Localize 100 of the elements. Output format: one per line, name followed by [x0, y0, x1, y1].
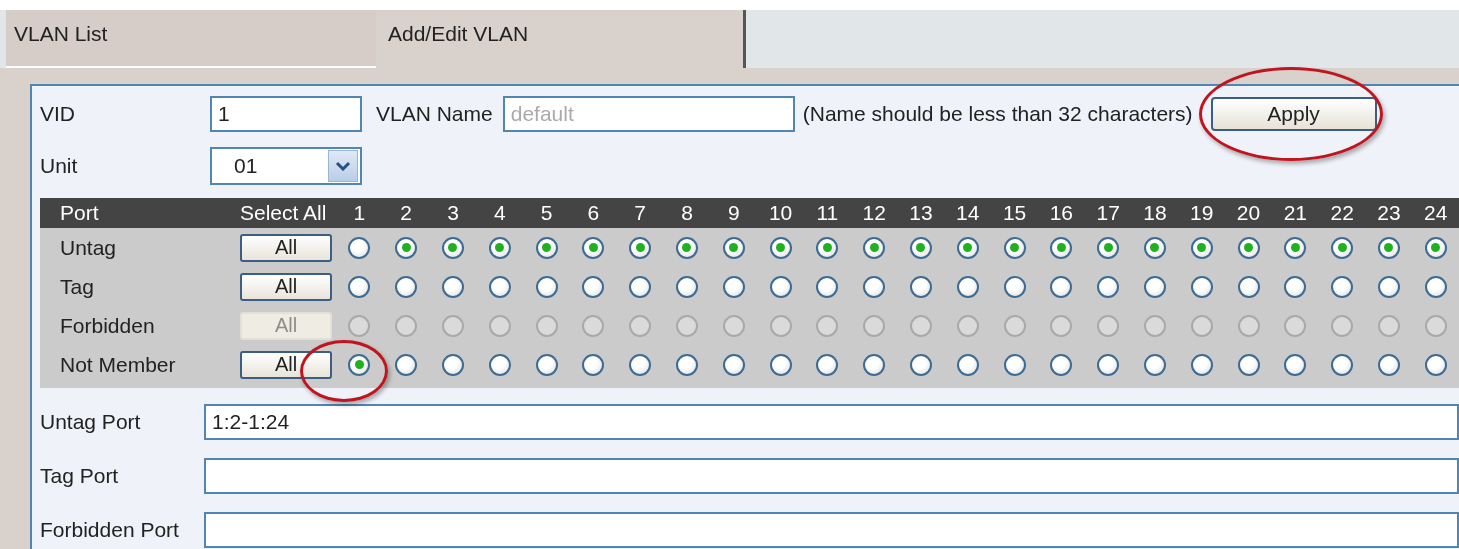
radio-button[interactable]	[1284, 275, 1307, 298]
select-all-button[interactable]: All	[240, 272, 332, 301]
radio-button[interactable]	[1097, 353, 1120, 376]
column-header: 24	[1412, 198, 1459, 228]
column-header: 1	[336, 198, 383, 228]
radio-button[interactable]	[488, 275, 511, 298]
column-header: 10	[757, 198, 804, 228]
radio-button[interactable]	[675, 275, 698, 298]
radio-button[interactable]	[442, 353, 464, 376]
radio-button[interactable]	[769, 275, 792, 298]
radio-button[interactable]	[348, 236, 371, 259]
radio-button[interactable]	[1003, 236, 1026, 259]
radio-button[interactable]	[1190, 275, 1213, 298]
radio-button[interactable]	[1424, 236, 1447, 259]
radio-button[interactable]	[629, 236, 652, 259]
radio-button[interactable]	[535, 236, 558, 259]
radio-button[interactable]	[1237, 353, 1260, 376]
radio-button[interactable]	[442, 275, 464, 298]
radio-button[interactable]	[1003, 353, 1026, 376]
radio-button[interactable]	[348, 275, 371, 298]
radio-button[interactable]	[722, 236, 745, 259]
tab[interactable]: VLAN List	[6, 10, 376, 68]
radio-button[interactable]	[1237, 275, 1260, 298]
column-header: 3	[429, 198, 477, 228]
radio-button[interactable]	[1377, 275, 1400, 298]
radio-button[interactable]	[395, 236, 418, 259]
radio-button[interactable]	[1143, 353, 1166, 376]
tab[interactable]: Add/Edit VLAN	[376, 10, 746, 68]
radio-button[interactable]	[1331, 236, 1354, 259]
radio-button[interactable]	[675, 353, 698, 376]
radio-button[interactable]	[1143, 236, 1166, 259]
radio-button[interactable]	[863, 275, 886, 298]
column-header: 6	[570, 198, 617, 228]
radio-button[interactable]	[1190, 236, 1213, 259]
radio-button[interactable]	[816, 275, 839, 298]
radio-button[interactable]	[722, 353, 745, 376]
radio-button[interactable]	[488, 236, 511, 259]
radio-button[interactable]	[442, 236, 464, 259]
radio-button[interactable]	[722, 275, 745, 298]
radio-button[interactable]	[956, 236, 979, 259]
apply-button[interactable]: Apply	[1210, 97, 1377, 131]
radio-button[interactable]	[675, 236, 698, 259]
column-header: 9	[710, 198, 758, 228]
radio-button[interactable]	[909, 236, 932, 259]
radio-button[interactable]	[909, 275, 932, 298]
radio-button[interactable]	[1050, 236, 1073, 259]
radio-button[interactable]	[629, 275, 652, 298]
radio-button[interactable]	[1424, 275, 1447, 298]
radio-button[interactable]	[1143, 275, 1166, 298]
field-label: Unit	[40, 154, 79, 178]
column-header: 19	[1178, 198, 1226, 228]
radio-button[interactable]	[769, 353, 792, 376]
radio-button[interactable]	[582, 236, 605, 259]
radio-button[interactable]	[1190, 353, 1213, 376]
row-label: Untag	[59, 234, 118, 261]
radio-button[interactable]	[1097, 236, 1120, 259]
vlan-name-field[interactable]: default	[502, 96, 795, 132]
column-header: 7	[616, 198, 664, 228]
radio-button[interactable]	[863, 236, 886, 259]
radio-button[interactable]	[1284, 353, 1307, 376]
radio-button[interactable]	[488, 353, 511, 376]
radio-button[interactable]	[535, 275, 558, 298]
radio-button[interactable]	[348, 353, 371, 376]
radio-button[interactable]	[863, 353, 886, 376]
vid-field[interactable]: 1	[210, 96, 362, 132]
radio-button[interactable]	[582, 353, 605, 376]
radio-button[interactable]	[395, 353, 418, 376]
column-header: 14	[944, 198, 992, 228]
radio-button[interactable]	[956, 353, 979, 376]
column-header: Select All	[240, 198, 336, 228]
port-list-field[interactable]	[204, 458, 1459, 494]
column-header: 5	[523, 198, 570, 228]
radio-button[interactable]	[816, 236, 839, 259]
radio-button[interactable]	[1331, 275, 1354, 298]
radio-button[interactable]	[395, 275, 418, 298]
radio-button[interactable]	[956, 275, 979, 298]
radio-button[interactable]	[909, 353, 932, 376]
column-header: 11	[803, 198, 851, 228]
port-list-field[interactable]: 1:2-1:24	[204, 404, 1459, 440]
radio-button[interactable]	[1003, 275, 1026, 298]
radio-button[interactable]	[1331, 353, 1354, 376]
unit-dropdown[interactable]: 01	[210, 147, 362, 185]
radio-button[interactable]	[816, 353, 839, 376]
radio-button[interactable]	[1377, 236, 1400, 259]
radio-button[interactable]	[1377, 353, 1400, 376]
radio-button[interactable]	[1050, 275, 1073, 298]
select-all-button[interactable]: All	[240, 233, 332, 262]
column-header: 18	[1131, 198, 1179, 228]
radio-button[interactable]	[629, 353, 652, 376]
radio-button[interactable]	[582, 275, 605, 298]
radio-button[interactable]	[1284, 236, 1307, 259]
radio-button[interactable]	[1237, 236, 1260, 259]
radio-button[interactable]	[769, 236, 792, 259]
radio-button[interactable]	[535, 353, 558, 376]
radio-button[interactable]	[1097, 275, 1120, 298]
column-header: 2	[382, 198, 430, 228]
select-all-button[interactable]: All	[240, 350, 332, 379]
radio-button[interactable]	[1424, 353, 1447, 376]
radio-button[interactable]	[1050, 353, 1073, 376]
port-list-field[interactable]	[204, 512, 1459, 548]
